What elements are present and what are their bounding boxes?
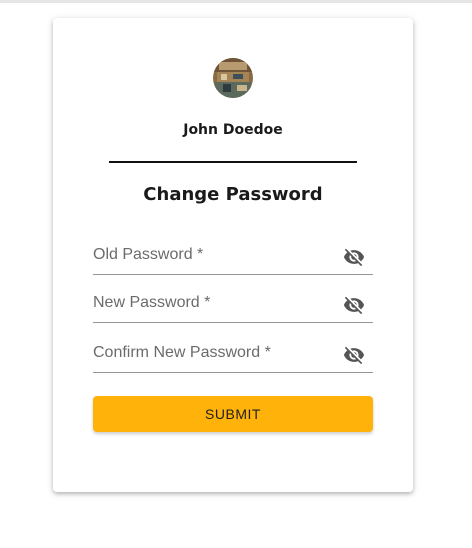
eye-off-icon[interactable] xyxy=(343,294,365,316)
new-password-input[interactable] xyxy=(93,286,337,322)
page-title: Change Password xyxy=(143,184,323,205)
submit-button[interactable]: SUBMIT xyxy=(93,396,373,432)
divider xyxy=(109,161,357,163)
avatar xyxy=(213,58,253,98)
user-name: John Doedoe xyxy=(183,122,283,138)
old-password-field[interactable]: Old Password * xyxy=(93,238,373,275)
change-password-card: John Doedoe Change Password Old Password… xyxy=(53,18,413,492)
new-password-field[interactable]: New Password * xyxy=(93,286,373,323)
eye-off-icon[interactable] xyxy=(343,246,365,268)
confirm-password-input[interactable] xyxy=(93,336,337,372)
confirm-password-field[interactable]: Confirm New Password * xyxy=(93,336,373,373)
top-bar xyxy=(0,0,472,3)
old-password-input[interactable] xyxy=(93,238,337,274)
eye-off-icon[interactable] xyxy=(343,344,365,366)
